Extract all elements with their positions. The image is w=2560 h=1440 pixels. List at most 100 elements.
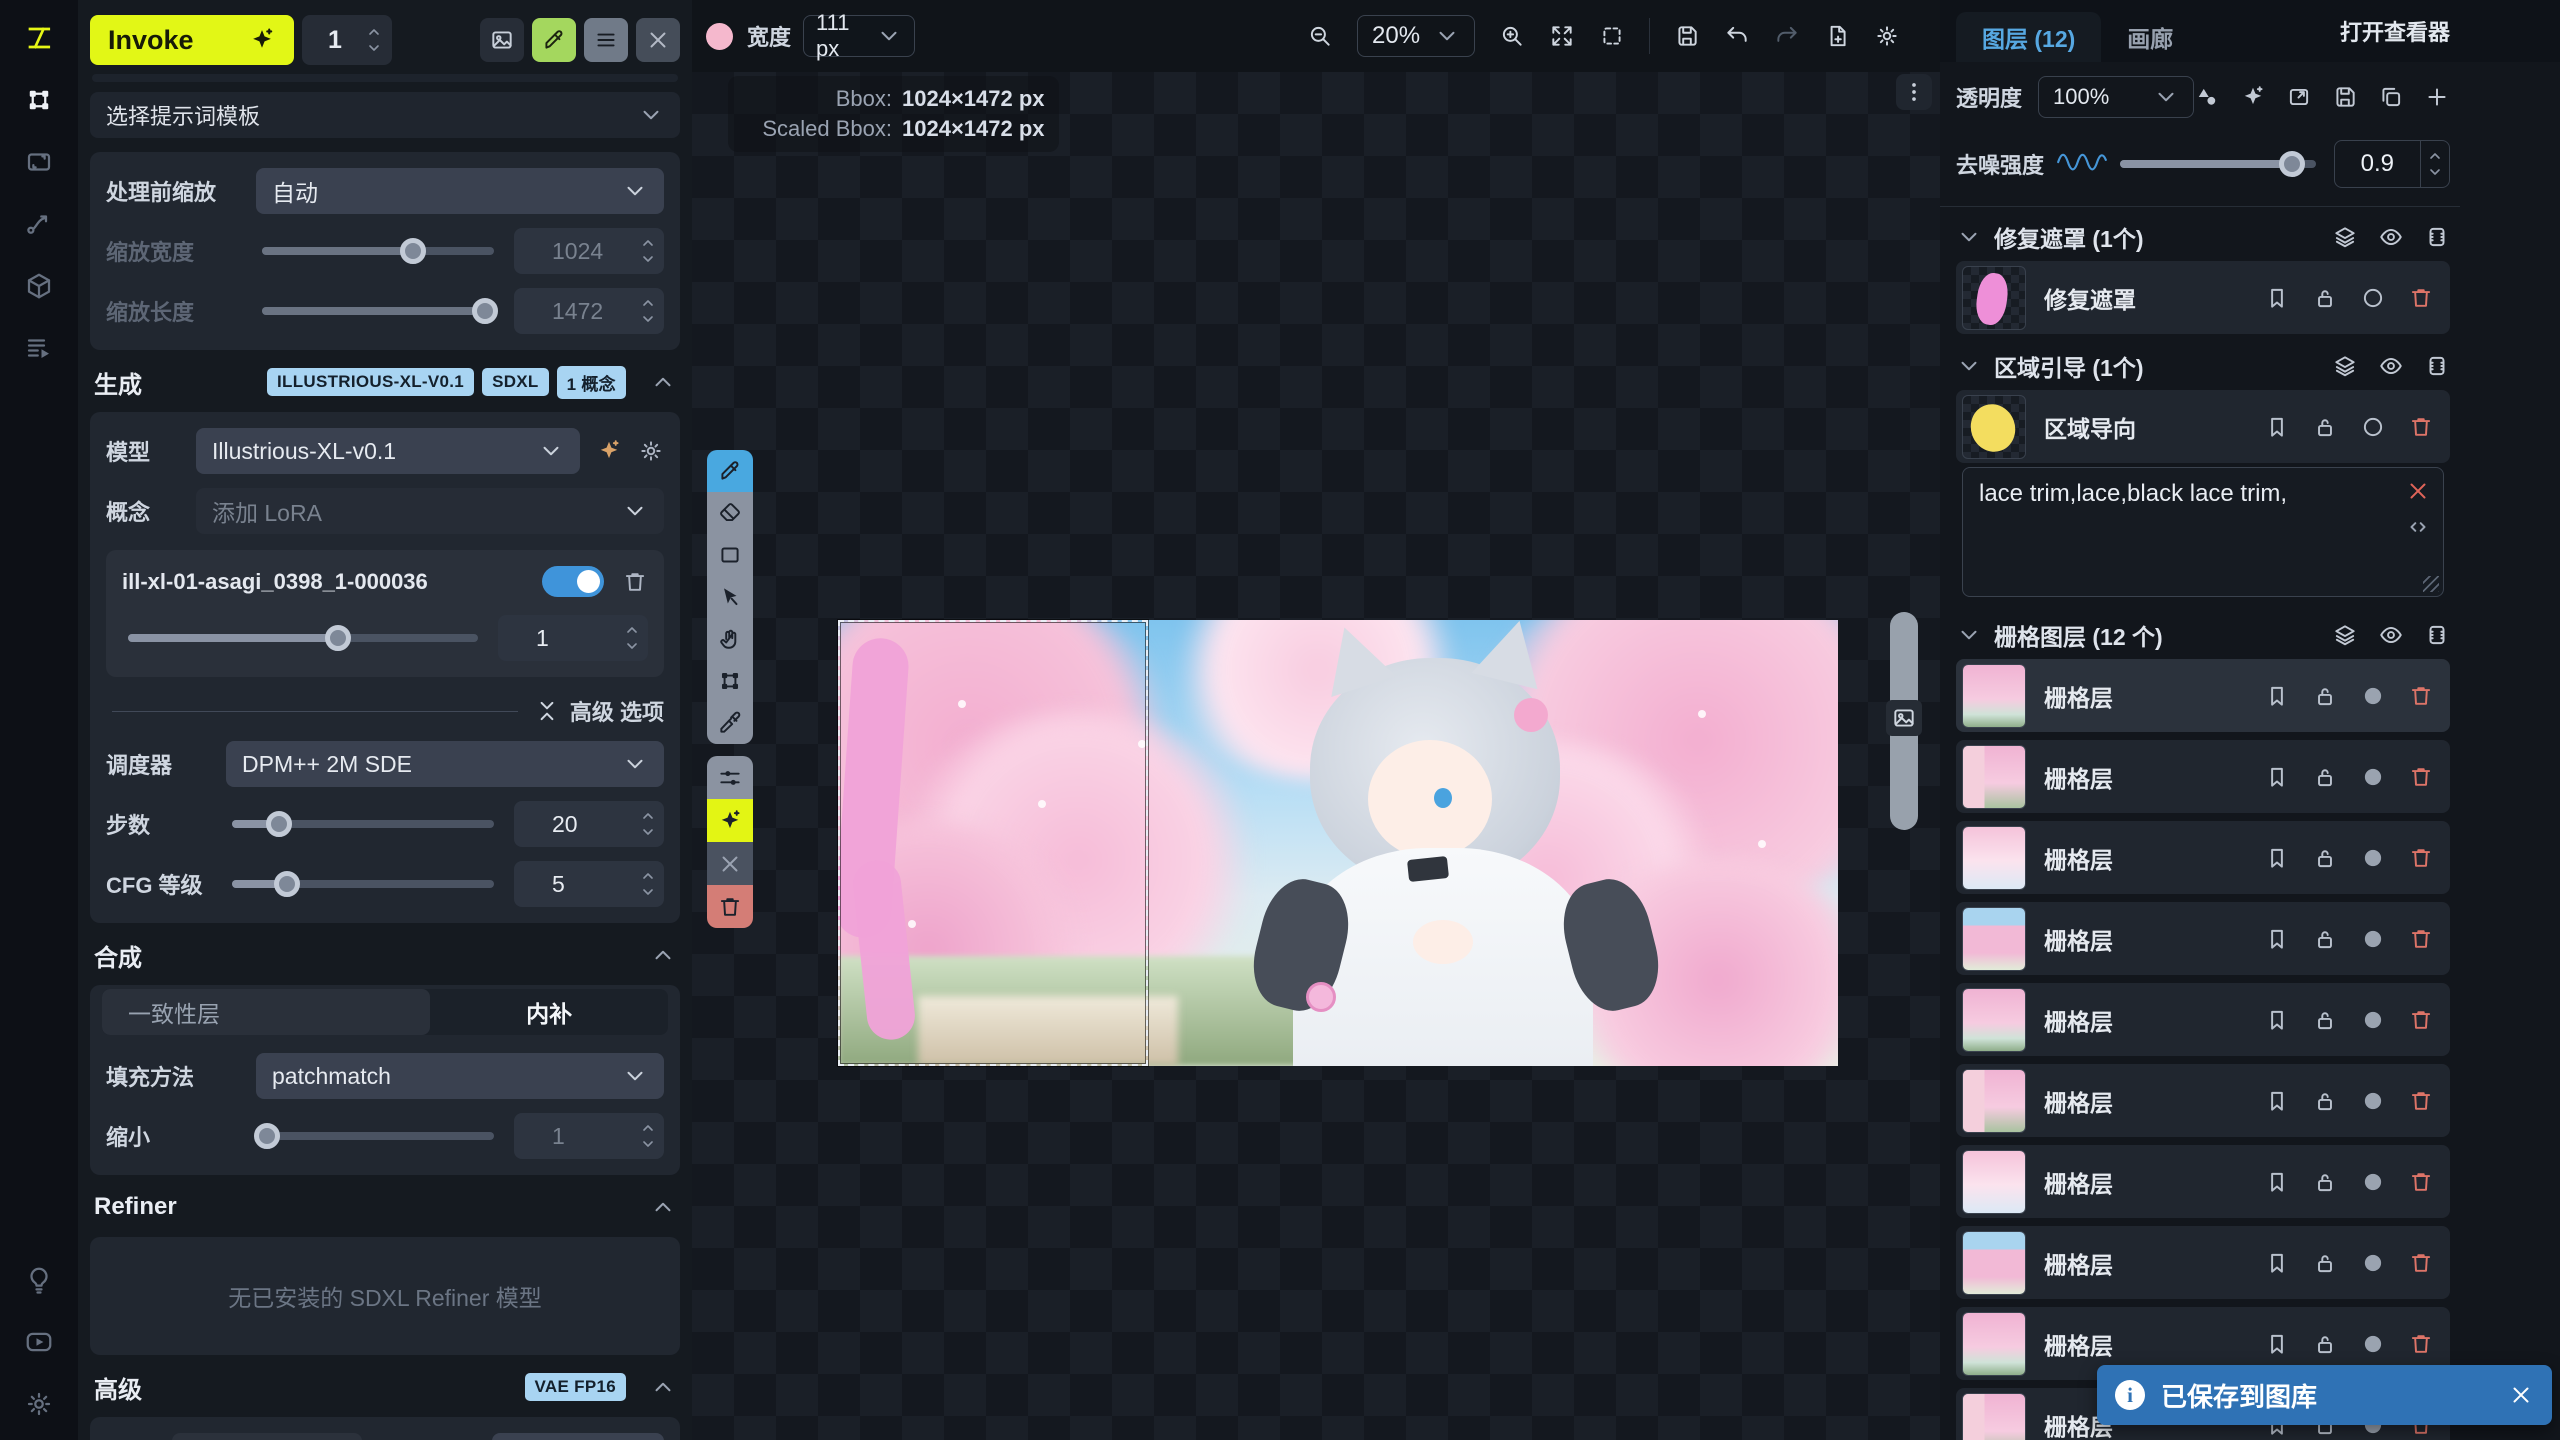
stepper[interactable] (640, 868, 656, 900)
merge-layers-icon[interactable] (2332, 353, 2358, 379)
clear-button[interactable] (636, 18, 680, 62)
tool-rect[interactable] (707, 534, 753, 576)
cfg-slider[interactable] (232, 871, 494, 897)
merge-layers-icon[interactable] (2332, 622, 2358, 648)
lock-icon[interactable] (2312, 1088, 2338, 1114)
sidebar-item-queue[interactable] (17, 326, 61, 370)
steps-slider[interactable] (232, 811, 494, 837)
vae-select[interactable]: 默认 VAE (172, 1433, 362, 1440)
add-lora-select[interactable]: 添加 LoRA (196, 488, 664, 534)
collapse-icon[interactable] (650, 369, 676, 395)
model-settings-icon[interactable] (638, 438, 664, 464)
bookmark-icon[interactable] (2264, 414, 2290, 440)
sidebar-item-upscale[interactable] (17, 140, 61, 184)
sidebar-item-canvas[interactable] (17, 78, 61, 122)
bookmark-icon[interactable] (2264, 764, 2290, 790)
lora-delete-icon[interactable] (622, 569, 648, 595)
tab-coherence[interactable]: 一致性层 (102, 989, 430, 1035)
bookmark-icon[interactable] (2264, 1088, 2290, 1114)
advanced-options-toggle[interactable]: 高级 选项 (106, 695, 664, 727)
fit-bbox-icon[interactable] (1599, 23, 1625, 49)
visibility-icon[interactable] (2378, 353, 2404, 379)
model-default-icon[interactable] (596, 438, 622, 464)
delete-layer-icon[interactable] (2408, 1088, 2434, 1114)
downscale-input[interactable]: 1 (514, 1113, 664, 1159)
steps-input[interactable]: 20 (514, 801, 664, 847)
duplicate-layer-icon[interactable] (2378, 84, 2404, 110)
visibility-icon[interactable] (2378, 622, 2404, 648)
lock-icon[interactable] (2312, 845, 2338, 871)
new-canvas-icon[interactable] (1824, 23, 1850, 49)
tab-infill[interactable]: 内补 (430, 989, 668, 1035)
bookmark-icon[interactable] (2264, 926, 2290, 952)
prompt-syntax-icon[interactable] (2405, 514, 2431, 540)
raster-layer-row[interactable]: 栅格层 (1956, 659, 2450, 732)
stepper[interactable] (640, 808, 656, 840)
raster-layers-section-header[interactable]: 栅格图层 (12 个) (1956, 611, 2450, 659)
downscale-slider[interactable] (262, 1123, 494, 1149)
delete-layer-icon[interactable] (2408, 1250, 2434, 1276)
denoise-slider[interactable] (2120, 151, 2316, 177)
refiner-header[interactable]: Refiner (90, 1191, 680, 1223)
isolate-icon[interactable] (2424, 622, 2450, 648)
open-viewer-link[interactable]: 打开查看器 (2340, 15, 2450, 47)
collapse-icon[interactable] (650, 942, 676, 968)
visibility-circle-icon[interactable] (2360, 683, 2386, 709)
isolate-icon[interactable] (2424, 353, 2450, 379)
sidebar-item-models[interactable] (17, 264, 61, 308)
regional-guidance-row[interactable]: 区域导向 (1956, 390, 2450, 463)
zoom-level-select[interactable]: 20% (1357, 15, 1475, 57)
brush-mode-button[interactable] (532, 18, 576, 62)
stepper[interactable] (640, 295, 656, 327)
visibility-circle-icon[interactable] (2360, 1088, 2386, 1114)
delete-layer-icon[interactable] (2408, 926, 2434, 952)
save-layer-icon[interactable] (2332, 84, 2358, 110)
image-mode-button[interactable] (480, 18, 524, 62)
new-from-visible-icon[interactable] (2286, 84, 2312, 110)
delete-layer-icon[interactable] (2408, 845, 2434, 871)
infill-method-select[interactable]: patchmatch (256, 1053, 664, 1099)
tool-bbox[interactable] (707, 660, 753, 702)
lock-icon[interactable] (2312, 1169, 2338, 1195)
delete-layer-icon[interactable] (2408, 414, 2434, 440)
lora-toggle[interactable] (542, 566, 604, 597)
visibility-circle-icon[interactable] (2360, 1331, 2386, 1357)
bookmark-icon[interactable] (2264, 1007, 2290, 1033)
visibility-circle-icon[interactable] (2360, 1250, 2386, 1276)
prompt-template-select[interactable]: 选择提示词模板 (90, 92, 680, 138)
filter-layers-icon[interactable] (2194, 84, 2220, 110)
lock-icon[interactable] (2312, 683, 2338, 709)
lora-weight-slider[interactable] (128, 625, 478, 651)
generation-header[interactable]: 生成 ILLUSTRIOUS-XL-V0.1 SDXL 1 概念 (90, 366, 680, 398)
staging-image-button[interactable] (1886, 700, 1922, 736)
canvas-area[interactable]: 宽度 111 px 20% (692, 0, 1940, 1440)
raster-layer-row[interactable]: 栅格层 (1956, 821, 2450, 894)
visibility-circle-icon[interactable] (2360, 926, 2386, 952)
lock-icon[interactable] (2312, 764, 2338, 790)
stepper[interactable] (640, 235, 656, 267)
scaled-height-slider[interactable] (262, 298, 494, 324)
tab-gallery[interactable]: 画廊 (2101, 12, 2199, 62)
visibility-circle-icon[interactable] (2360, 1169, 2386, 1195)
raster-layer-row[interactable]: 栅格层 (1956, 1226, 2450, 1299)
canvas-menu-button[interactable] (1896, 74, 1932, 110)
bookmark-icon[interactable] (2264, 683, 2290, 709)
raster-layer-row[interactable]: 栅格层 (1956, 1064, 2450, 1137)
stepper[interactable] (624, 622, 640, 654)
tool-pan[interactable] (707, 618, 753, 660)
model-select[interactable]: Illustrious-XL-v0.1 (196, 428, 580, 474)
invoke-logo[interactable] (17, 16, 61, 60)
save-icon[interactable] (1674, 23, 1700, 49)
bookmark-icon[interactable] (2264, 845, 2290, 871)
cfg-input[interactable]: 5 (514, 861, 664, 907)
compositing-header[interactable]: 合成 (90, 939, 680, 971)
scaled-width-input[interactable]: 1024 (514, 228, 664, 274)
raster-layer-row[interactable]: 栅格层 (1956, 983, 2450, 1056)
tool-cancel[interactable] (707, 842, 753, 885)
zoom-in-icon[interactable] (1499, 23, 1525, 49)
undo-icon[interactable] (1724, 23, 1750, 49)
visibility-circle-icon[interactable] (2360, 845, 2386, 871)
tool-invoke-region[interactable] (707, 799, 753, 842)
brush-width-select[interactable]: 111 px (803, 15, 915, 57)
scaled-width-slider[interactable] (262, 238, 494, 264)
